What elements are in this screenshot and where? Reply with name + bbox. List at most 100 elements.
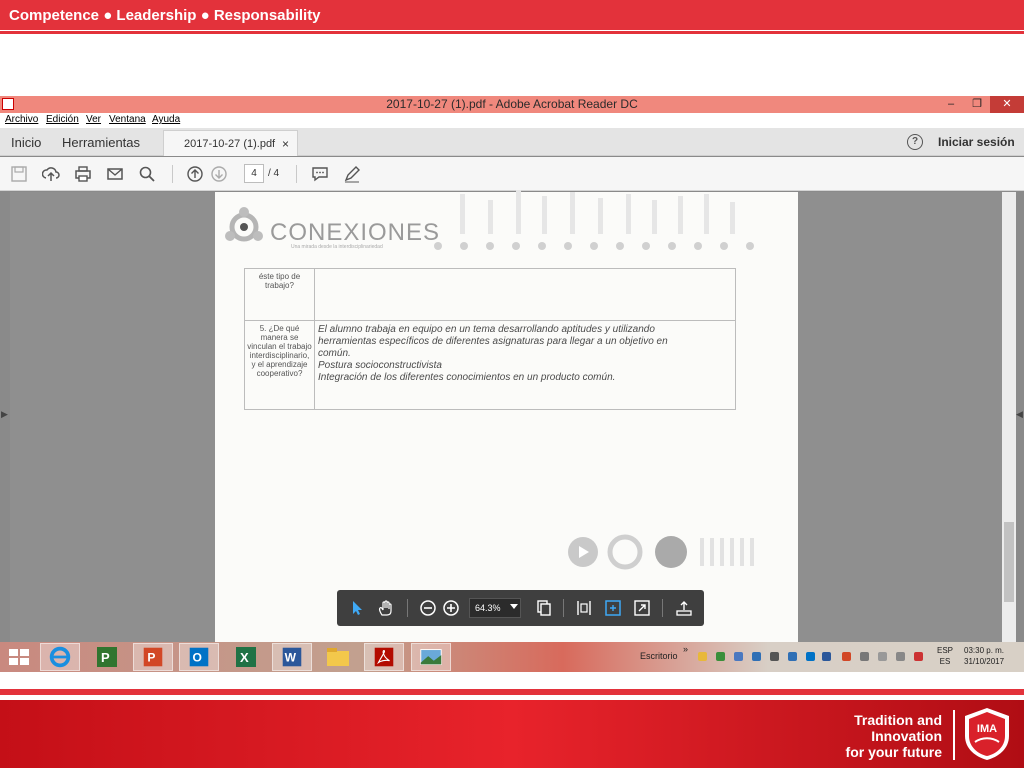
speaker-icon[interactable] [860,652,869,661]
mail-tray-icon[interactable] [698,652,707,661]
menu-ver[interactable]: Ver [86,114,101,125]
print-icon[interactable] [74,165,92,183]
zoom-level-value: 64.3% [475,603,501,613]
tab-document-label: 2017-10-27 (1).pdf [184,138,276,150]
close-tab-icon[interactable]: × [282,137,289,151]
network-share-tray-icon[interactable] [734,652,743,661]
fit-page-icon[interactable] [604,599,622,617]
acrobat-reader-icon[interactable] [364,643,404,671]
project-icon[interactable]: P [87,643,127,671]
security-tray-icon[interactable] [716,652,725,661]
search-icon[interactable] [138,165,156,183]
email-icon[interactable] [106,165,124,183]
window-titlebar: 2017-10-27 (1).pdf - Adobe Acrobat Reade… [0,96,1024,113]
slide-header-line [0,31,1024,34]
desktop-toolbar-label[interactable]: Escritorio [640,651,678,661]
questionnaire-table: éste tipo de trabajo? 5. ¿De qué manera … [244,268,736,410]
menu-ayuda[interactable]: Ayuda [152,114,180,125]
zoom-in-icon[interactable] [442,599,460,617]
right-pane-toggle-icon[interactable]: ◀ [1016,409,1023,420]
question-cell: 5. ¿De qué manera se vinculan el trabajo… [244,320,315,410]
menu-ventana[interactable]: Ventana [109,114,146,125]
page-number-input[interactable]: 4 [244,164,264,183]
menu-edicion[interactable]: Edición [46,114,79,125]
next-page-icon[interactable] [210,165,228,183]
excel-icon[interactable]: X [226,643,266,671]
network-icon[interactable] [914,652,923,661]
svg-text:P: P [147,651,155,665]
sign-pen-icon[interactable] [343,165,361,183]
institution-seals-icon [568,534,754,570]
powerpoint-icon[interactable]: P [133,643,173,671]
office-tray-icon[interactable] [822,652,831,661]
notification-tray-icon[interactable] [842,652,851,661]
svg-text:P: P [101,650,110,665]
svg-text:X: X [240,650,249,665]
scrollbar-thumb[interactable] [1004,522,1014,602]
svg-text:O: O [193,651,202,665]
word-icon[interactable]: W [272,643,312,671]
internet-explorer-icon[interactable] [40,643,80,671]
help-icon[interactable]: ? [907,134,923,150]
tab-document[interactable]: 2017-10-27 (1).pdf × [163,130,298,156]
toolbar-separator [407,599,408,617]
answer-line: Integración de los diferentes conocimien… [318,372,616,383]
conexiones-title: CONEXIONES [270,219,441,246]
windows-start-icon[interactable] [0,643,40,671]
language-code: ESP [937,646,954,655]
answer-line: herramientas específicos de diferentes a… [318,336,668,347]
read-mode-icon[interactable] [675,599,693,617]
zoom-out-icon[interactable] [419,599,437,617]
language-indicator[interactable]: ESP ES [937,645,953,667]
question-cell: éste tipo de trabajo? [244,268,315,321]
ima-shield-logo-icon: IMA [965,708,1009,760]
user-tray-icon[interactable] [788,652,797,661]
chevron-right-icon[interactable]: » [683,644,688,654]
save-icon[interactable] [10,165,28,183]
onedrive-tray-icon[interactable] [752,652,761,661]
outlook-icon[interactable]: O [179,643,219,671]
vertical-scrollbar[interactable] [1002,192,1016,642]
clock-date: 31/10/2017 [964,657,1005,666]
answer-cell [314,268,736,321]
hand-tool-icon[interactable] [377,599,395,617]
previous-page-icon[interactable] [186,165,204,183]
outlook-tray-icon[interactable] [806,652,815,661]
close-button[interactable]: ✕ [990,96,1024,113]
conexiones-subtitle: Una mirada desde la interdisciplinarieda… [291,244,383,250]
pdf-page: CONEXIONES Una mirada desde la interdisc… [215,190,798,642]
document-viewer[interactable]: CONEXIONES Una mirada desde la interdisc… [10,190,1002,642]
tab-herramientas[interactable]: Herramientas [62,135,140,150]
left-pane-toggle-icon[interactable]: ▶ [1,409,8,420]
display-tray-icon[interactable] [896,652,905,661]
signin-button[interactable]: Iniciar sesión [938,135,1015,149]
flag-icon[interactable] [878,652,887,661]
footer-slogan: Tradition and Innovation for your future [846,712,942,760]
maximize-button[interactable]: ❐ [964,96,990,113]
slide-footer: Tradition and Innovation for your future… [0,700,1024,768]
device-tray-icon[interactable] [770,652,779,661]
comment-icon[interactable] [311,165,329,183]
floating-toolbar: 64.3% [337,590,704,626]
answer-line: común. [318,348,351,359]
keyboard-layout: ES [939,657,951,666]
file-explorer-icon[interactable] [318,643,358,671]
tab-inicio[interactable]: Inicio [11,135,41,150]
slogan-line: Innovation [871,728,942,744]
cloud-upload-icon[interactable] [42,165,60,183]
system-clock[interactable]: 03:30 p. m. 31/10/2017 [964,645,1004,667]
answer-line: Postura socioconstructivista [318,360,442,371]
page-layout-icon[interactable] [535,599,553,617]
select-cursor-icon[interactable] [348,599,366,617]
clock-time: 03:30 p. m. [964,646,1005,655]
fit-width-icon[interactable] [575,599,593,617]
page-total: / 4 [268,168,280,179]
chevron-down-icon[interactable] [510,604,518,609]
menu-archivo[interactable]: Archivo [5,114,38,125]
photo-viewer-icon[interactable] [411,643,451,671]
full-screen-icon[interactable] [633,599,651,617]
toolbar-separator [662,599,663,617]
minimize-button[interactable]: – [938,96,964,113]
slogan-line: Tradition and [854,712,942,728]
logo-text: IMA [977,723,997,735]
